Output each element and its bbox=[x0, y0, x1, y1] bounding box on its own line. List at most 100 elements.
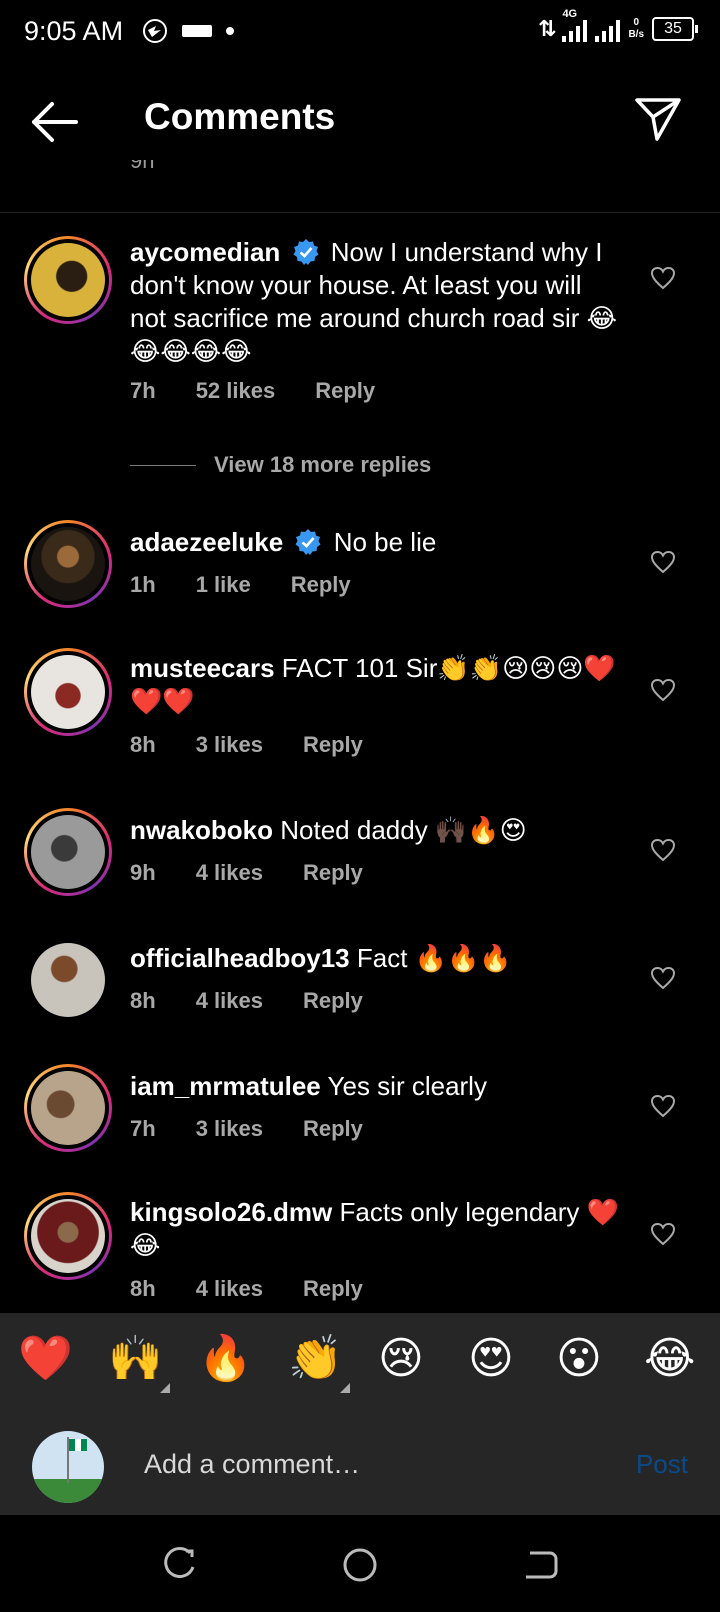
reply-button[interactable]: Reply bbox=[303, 988, 363, 1014]
avatar[interactable] bbox=[24, 236, 112, 324]
comment-meta: 8h 4 likes Reply bbox=[130, 988, 363, 1014]
status-time: 9:05 AM bbox=[24, 16, 124, 46]
comment-likes[interactable]: 1 like bbox=[196, 572, 251, 598]
avatar[interactable] bbox=[24, 520, 112, 608]
current-user-avatar bbox=[32, 1431, 104, 1503]
comment-time: 1h bbox=[130, 572, 156, 597]
signal-icon bbox=[595, 16, 621, 42]
comment-time: 8h bbox=[130, 988, 156, 1013]
page-title: Comments bbox=[144, 96, 336, 137]
speed-value: 0 bbox=[633, 17, 639, 28]
avatar[interactable] bbox=[24, 936, 112, 1024]
comment-text: Noted daddy 🙌🏿🔥😍 bbox=[280, 815, 527, 845]
reply-button[interactable]: Reply bbox=[291, 572, 351, 598]
comment-likes[interactable]: 4 likes bbox=[196, 988, 263, 1014]
heart-icon[interactable] bbox=[650, 266, 676, 290]
comment-time: 8h bbox=[130, 1276, 156, 1301]
emoji-surprised-button[interactable]: 😮 bbox=[556, 1333, 602, 1385]
avatar-image bbox=[32, 1431, 104, 1503]
comment-username[interactable]: officialheadboy13 bbox=[130, 943, 350, 973]
avatar[interactable] bbox=[24, 1192, 112, 1280]
comment-meta: 8h 3 likes Reply bbox=[130, 732, 363, 758]
comment-username[interactable]: nwakoboko bbox=[130, 815, 273, 845]
comment-meta: 8h 4 likes Reply bbox=[130, 1276, 363, 1302]
comment-likes[interactable]: 3 likes bbox=[196, 1116, 263, 1142]
recent-apps-icon[interactable] bbox=[162, 1547, 198, 1583]
avatar[interactable] bbox=[24, 1064, 112, 1152]
network-speed: 0 B/s bbox=[628, 17, 644, 41]
status-left-icons bbox=[142, 18, 234, 44]
back-nav-icon[interactable] bbox=[522, 1547, 558, 1583]
emoji-laughing-button[interactable]: 😂 bbox=[644, 1333, 695, 1385]
heart-icon[interactable] bbox=[650, 838, 676, 862]
heart-icon[interactable] bbox=[650, 550, 676, 574]
comment-username[interactable]: aycomedian bbox=[130, 237, 280, 267]
comment-body: iam_mrmatulee Yes sir clearly bbox=[130, 1070, 622, 1103]
comment-time: 7h bbox=[130, 378, 156, 403]
comment-likes[interactable]: 52 likes bbox=[196, 378, 276, 404]
paper-plane-icon[interactable] bbox=[634, 96, 682, 142]
comment-username[interactable]: adaezeeluke bbox=[130, 527, 283, 557]
comment-likes[interactable]: 4 likes bbox=[196, 860, 263, 886]
arrow-left-icon[interactable] bbox=[30, 100, 80, 144]
comment-input[interactable]: Add a comment… bbox=[144, 1449, 360, 1480]
home-icon[interactable] bbox=[342, 1547, 378, 1583]
verified-badge-icon bbox=[295, 529, 321, 555]
comment-text: Yes sir clearly bbox=[327, 1071, 487, 1101]
comment-text: No be lie bbox=[333, 527, 437, 557]
reply-button[interactable]: Reply bbox=[303, 1276, 363, 1302]
comment-body: officialheadboy13 Fact 🔥🔥🔥 bbox=[130, 942, 622, 975]
comments-header: Comments bbox=[0, 66, 720, 176]
heart-icon[interactable] bbox=[650, 1094, 676, 1118]
post-button[interactable]: Post bbox=[636, 1449, 688, 1480]
view-more-replies-label: View 18 more replies bbox=[214, 452, 432, 477]
notification-bar-icon bbox=[182, 25, 212, 37]
heart-icon[interactable] bbox=[650, 966, 676, 990]
reply-button[interactable]: Reply bbox=[315, 378, 375, 404]
emoji-fire-button[interactable]: 🔥 bbox=[198, 1333, 253, 1385]
comment-body: aycomedian Now I understand why I don't … bbox=[130, 236, 622, 368]
data-transfer-icon: ⇅ bbox=[538, 16, 556, 41]
replies-divider-line bbox=[130, 464, 196, 466]
reply-button[interactable]: Reply bbox=[303, 860, 363, 886]
comment-time: 9h bbox=[130, 860, 156, 885]
comment-body: adaezeeluke No be lie bbox=[130, 526, 622, 559]
comment-username[interactable]: musteecars bbox=[130, 653, 275, 683]
emoji-quick-bar: ❤️ 🙌 🔥 👏 😢 😍 😮 😂 bbox=[0, 1313, 720, 1419]
emoji-heart-button[interactable]: ❤️ bbox=[18, 1333, 73, 1385]
comment-username[interactable]: kingsolo26.dmw bbox=[130, 1197, 332, 1227]
heart-icon[interactable] bbox=[650, 678, 676, 702]
avatar[interactable] bbox=[24, 808, 112, 896]
emoji-crying-button[interactable]: 😢 bbox=[378, 1333, 424, 1385]
reply-button[interactable]: Reply bbox=[303, 1116, 363, 1142]
notification-dot-icon bbox=[226, 27, 234, 35]
comment-meta: 7h 52 likes Reply bbox=[130, 378, 375, 404]
comment-likes[interactable]: 4 likes bbox=[196, 1276, 263, 1302]
skin-tone-indicator-icon bbox=[160, 1383, 170, 1393]
comment-time: 7h bbox=[130, 1116, 156, 1141]
emoji-raised-hands-button[interactable]: 🙌 bbox=[108, 1333, 163, 1385]
comment-body: nwakoboko Noted daddy 🙌🏿🔥😍 bbox=[130, 814, 622, 847]
header-divider bbox=[0, 212, 720, 213]
heart-icon[interactable] bbox=[650, 1222, 676, 1246]
notification-app-icon bbox=[143, 19, 167, 43]
avatar[interactable] bbox=[24, 648, 112, 736]
comment-meta: 9h 4 likes Reply bbox=[130, 860, 363, 886]
clipped-previous-time: 9h bbox=[130, 160, 155, 173]
view-more-replies-button[interactable]: View 18 more replies bbox=[130, 452, 431, 478]
comment-likes[interactable]: 3 likes bbox=[196, 732, 263, 758]
battery-icon: 35 bbox=[652, 17, 698, 41]
comment-meta: 1h 1 like Reply bbox=[130, 572, 351, 598]
emoji-heart-eyes-button[interactable]: 😍 bbox=[468, 1333, 514, 1385]
comment-time: 8h bbox=[130, 732, 156, 757]
comment-body: musteecars FACT 101 Sir👏👏😢😢😢❤️❤️❤️ bbox=[130, 652, 622, 718]
emoji-clap-button[interactable]: 👏 bbox=[288, 1333, 343, 1385]
network-type-label: 4G bbox=[562, 8, 578, 20]
comment-text: Fact 🔥🔥🔥 bbox=[356, 943, 512, 973]
skin-tone-indicator-icon bbox=[340, 1383, 350, 1393]
status-right-icons: ⇅ 4G 0 B/s 35 bbox=[538, 8, 698, 42]
comment-username[interactable]: iam_mrmatulee bbox=[130, 1071, 321, 1101]
speed-unit: B/s bbox=[628, 29, 644, 40]
reply-button[interactable]: Reply bbox=[303, 732, 363, 758]
verified-badge-icon bbox=[293, 239, 319, 265]
